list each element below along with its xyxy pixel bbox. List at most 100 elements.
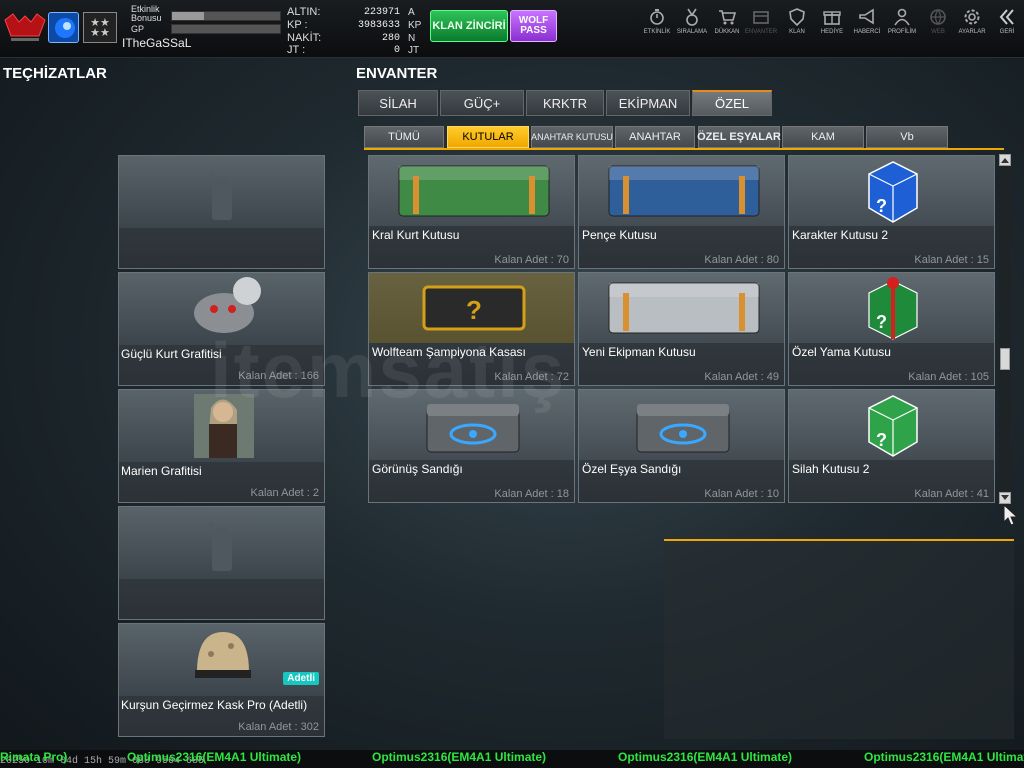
currency-label: JT : (287, 44, 306, 56)
subtab-kam[interactable]: KAM (782, 126, 864, 148)
subtab-kutular[interactable]: KUTULAR (447, 126, 529, 148)
nav-label: HEDİYE (820, 29, 844, 35)
tab-guc[interactable]: GÜÇ+ (440, 90, 524, 116)
item-name: Silah Kutusu 2 (792, 462, 870, 476)
mouse-cursor-icon (1003, 504, 1019, 526)
nav-shield-button[interactable]: KLAN (780, 8, 814, 35)
nav-medal-button[interactable]: SIRALAMA (675, 8, 709, 35)
equipment-count: Kalan Adet : 2 (250, 487, 320, 499)
item-count: Kalan Adet : 10 (704, 488, 779, 500)
helmet-icon (195, 632, 251, 678)
crate-icon (608, 282, 760, 334)
avatar[interactable] (48, 12, 79, 43)
currency-unit: JT (408, 45, 420, 56)
ticker-bar: 20250 10m 04d 15h 59m 068 9564 685 Rimat… (0, 750, 1024, 768)
inventory-item[interactable]: Özel Eşya Sandığı Kalan Adet : 10 (578, 389, 785, 503)
rank-stars: ★★ ★★ (90, 15, 110, 39)
crate-icon (398, 165, 550, 217)
ticker-message: Optimus2316(EM4A1 Ultimate) (618, 750, 793, 764)
inventory-item[interactable]: Pençe Kutusu Kalan Adet : 80 (578, 155, 785, 269)
subtab-anahtar-kutusu[interactable]: ANAHTAR KUTUSU (531, 126, 613, 148)
item-count: Kalan Adet : 105 (908, 371, 989, 383)
nav-label: PROFİLİM (887, 29, 917, 35)
gear-icon (964, 9, 980, 25)
tab-krktr[interactable]: KRKTR (526, 90, 604, 116)
cart-icon (719, 10, 736, 25)
profile-icon (894, 8, 910, 26)
nav-gear-button[interactable]: AYARLAR (955, 8, 989, 35)
item-name: Karakter Kutusu 2 (792, 228, 889, 242)
nav-gift-button[interactable]: HEDİYE (815, 8, 849, 35)
currency-value-box: 0 (330, 45, 400, 57)
chevron-up-icon (1001, 158, 1009, 163)
ticker-message: Rimata Pro) (0, 750, 68, 764)
chevron-down-icon (1001, 495, 1009, 500)
currency-unit: A (408, 7, 415, 18)
nav-timer-button[interactable]: ETKİNLİK (640, 8, 674, 35)
svg-text:?: ? (466, 295, 482, 325)
equipment-name: Marien Grafitisi (121, 464, 202, 478)
inventory-item[interactable]: ? Özel Yama Kutusu Kalan Adet : 105 (788, 272, 995, 386)
klan-chain-button[interactable]: KLAN ZİNCİRİ (430, 10, 508, 42)
nav-label: DÜKKAN (714, 29, 740, 35)
equipment-name: Kurşun Geçirmez Kask Pro (Adetli) (121, 698, 308, 712)
subtab--zel-e-yalar[interactable]: ÖZEL EŞYALAR (697, 126, 781, 148)
item-name: Yeni Ekipman Kutusu (582, 345, 696, 359)
inventory-item[interactable]: Yeni Ekipman Kutusu Kalan Adet : 49 (578, 272, 785, 386)
subtab-t-m-[interactable]: TÜMÜ (364, 126, 444, 148)
currency-value: 280 (381, 33, 400, 44)
equipment-slot[interactable]: Adetli Kurşun Geçirmez Kask Pro (Adetli) K… (118, 623, 325, 737)
nav-profile-button[interactable]: PROFİLİM (885, 8, 919, 35)
nav-globe-button[interactable]: WEB (921, 8, 955, 35)
item-name: Görünüş Sandığı (372, 462, 463, 476)
item-count: Kalan Adet : 41 (914, 488, 989, 500)
equipment-image (119, 624, 324, 696)
currency-value-box: 280 (330, 33, 400, 45)
bonus-progress-bar (171, 11, 281, 21)
item-image (579, 156, 784, 226)
metal-chest-icon (636, 404, 730, 453)
subtab-vb[interactable]: Vb (866, 126, 948, 148)
inventory-item[interactable]: ? Karakter Kutusu 2 Kalan Adet : 15 (788, 155, 995, 269)
scroll-up-button[interactable] (999, 154, 1011, 166)
medal-icon (686, 8, 698, 26)
wolf-pass-label: WOLF PASS (518, 15, 549, 36)
shield-icon (789, 8, 805, 26)
currency-value-box: 223971 (330, 7, 400, 19)
svg-text:?: ? (876, 430, 887, 450)
item-count: Kalan Adet : 70 (494, 254, 569, 266)
currency-unit: N (408, 33, 416, 44)
item-image: ? (789, 390, 994, 460)
crate-icon (608, 165, 760, 217)
nav-megaphone-button[interactable]: HABERCİ (850, 8, 884, 35)
scrollbar-track[interactable] (999, 154, 1011, 502)
subtab-anahtar[interactable]: ANAHTAR (615, 126, 695, 148)
adetli-badge: Adetli (283, 672, 319, 685)
nav-inventory-button[interactable]: ENVANTER (744, 8, 778, 35)
tab-silah[interactable]: SİLAH (358, 90, 438, 116)
nav-cart-button[interactable]: DÜKKAN (710, 8, 744, 35)
rank-badge: ★★ ★★ (83, 12, 117, 43)
inventory-item[interactable]: ? Silah Kutusu 2 Kalan Adet : 41 (788, 389, 995, 503)
nav-label: ENVANTER (744, 29, 778, 35)
wolf-pass-button[interactable]: WOLF PASS (510, 10, 557, 42)
top-bar: ★★ ★★ Etkinlik Bonusu GP ITheGaSSaL ALTI… (0, 0, 1024, 58)
subtab-underline (364, 148, 1004, 150)
currency-value: 0 (393, 45, 400, 56)
currency-value: 223971 (363, 7, 400, 18)
bonus-label: Etkinlik Bonusu (131, 4, 162, 23)
equipment-slot[interactable] (118, 155, 325, 269)
equipment-name: Güçlü Kurt Grafitisi (121, 347, 222, 361)
tab-ekipman[interactable]: EKİPMAN (606, 90, 690, 116)
nav-back-button[interactable]: GERİ (990, 8, 1024, 35)
scroll-down-button[interactable] (999, 492, 1011, 504)
inventory-item[interactable]: Kral Kurt Kutusu Kalan Adet : 70 (368, 155, 575, 269)
item-name: Kral Kurt Kutusu (372, 228, 460, 242)
svg-text:?: ? (876, 312, 887, 332)
mystery-cube-icon: ? (868, 395, 918, 457)
item-name: Özel Eşya Sandığı (582, 462, 682, 476)
equipment-slot[interactable] (118, 506, 325, 620)
scrollbar-thumb[interactable] (1000, 348, 1010, 370)
item-name: Özel Yama Kutusu (792, 345, 891, 359)
tab-ozel[interactable]: ÖZEL (692, 90, 772, 116)
